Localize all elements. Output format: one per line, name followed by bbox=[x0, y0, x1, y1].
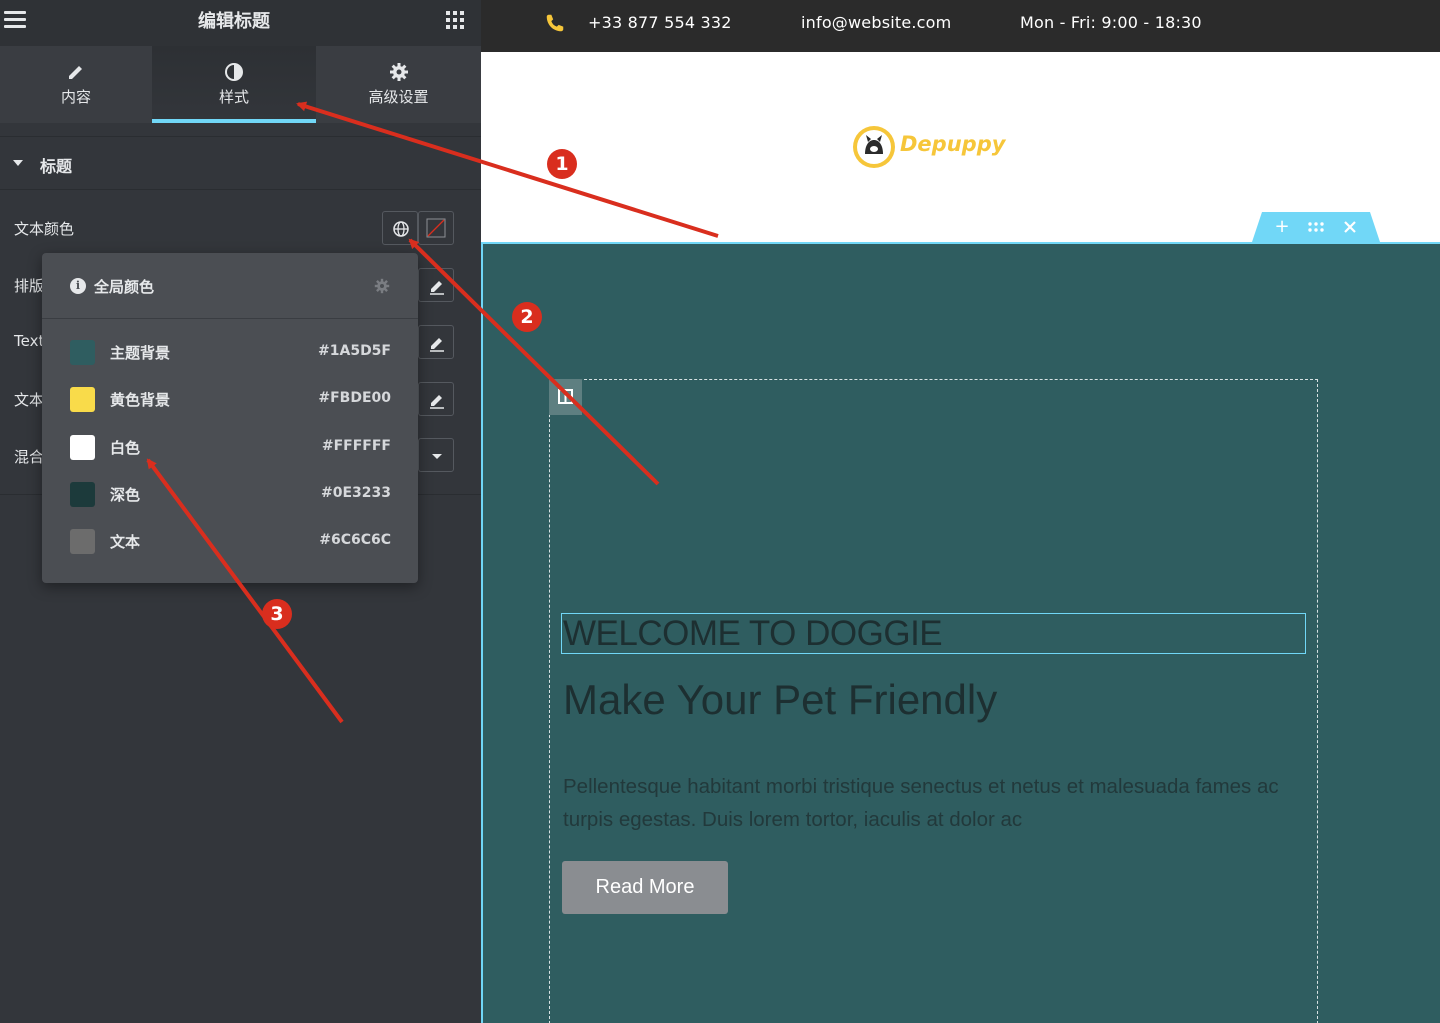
editor-panel: 编辑标题 内容 样式 高级设置 标题 文本颜色 排版 Text 文本 混合 i … bbox=[0, 0, 481, 1023]
section-toolbar: + bbox=[1252, 212, 1380, 242]
phone-icon bbox=[546, 14, 564, 32]
global-color-yellow-bg[interactable]: 黄色背景 #FBDE00 bbox=[42, 379, 418, 419]
annotation-badge-2: 2 bbox=[512, 302, 542, 332]
blend-mode-select[interactable] bbox=[418, 438, 454, 472]
caret-down-icon bbox=[13, 160, 23, 166]
color-picker-button[interactable] bbox=[418, 211, 454, 245]
close-icon[interactable] bbox=[1340, 217, 1360, 237]
global-colors-button[interactable] bbox=[382, 211, 418, 245]
text-stroke-edit-button[interactable] bbox=[418, 382, 454, 416]
color-name: 主题背景 bbox=[110, 344, 171, 362]
panel-tabs: 内容 样式 高级设置 bbox=[0, 46, 481, 123]
edit-pencil-icon bbox=[430, 281, 444, 295]
color-name: 白色 bbox=[110, 439, 141, 457]
topbar-hours: Mon - Fri: 9:00 - 18:30 bbox=[1020, 13, 1202, 32]
tab-label: 样式 bbox=[218, 88, 249, 106]
section-toggle-heading[interactable]: 标题 bbox=[0, 136, 481, 190]
panel-title: 编辑标题 bbox=[198, 11, 270, 32]
tab-style[interactable]: 样式 bbox=[152, 46, 316, 123]
popover-header: i 全局颜色 bbox=[42, 253, 418, 319]
edit-pencil-icon bbox=[430, 395, 444, 409]
site-topbar: +33 877 554 332 info@website.com Mon - F… bbox=[481, 0, 1440, 52]
hero-section: WELCOME TO DOGGIE Make Your Pet Friendly… bbox=[481, 242, 1440, 1023]
color-swatch bbox=[70, 529, 95, 554]
color-hex: #0E3233 bbox=[321, 485, 391, 501]
panel-header: 编辑标题 bbox=[0, 0, 481, 46]
color-swatch bbox=[70, 387, 95, 412]
global-color-text[interactable]: 文本 #6C6C6C bbox=[42, 521, 418, 561]
info-icon: i bbox=[70, 278, 86, 294]
text-color-label: 文本颜色 bbox=[14, 220, 75, 238]
gear-icon bbox=[389, 63, 408, 81]
color-hex: #FFFFFF bbox=[321, 438, 391, 454]
no-color-swatch-icon bbox=[426, 218, 446, 238]
pencil-icon bbox=[69, 66, 82, 79]
topbar-phone[interactable]: +33 877 554 332 bbox=[588, 13, 732, 32]
text-shadow-edit-button[interactable] bbox=[418, 325, 454, 359]
annotation-badge-1: 1 bbox=[547, 149, 577, 179]
topbar-email[interactable]: info@website.com bbox=[801, 13, 951, 32]
typography-edit-button[interactable] bbox=[418, 268, 454, 302]
logo-text: Depuppy bbox=[900, 132, 1006, 156]
typography-label: 排版 bbox=[14, 277, 45, 295]
text-stroke-label: 文本 bbox=[14, 391, 45, 409]
global-colors-popover: i 全局颜色 主题背景 #1A5D5F 黄色背景 #FBDE00 白色 #FFF… bbox=[42, 253, 418, 583]
column-handle[interactable] bbox=[549, 379, 582, 415]
annotation-badge-3: 3 bbox=[262, 599, 292, 629]
text-shadow-label: Text bbox=[14, 332, 45, 350]
tab-label: 高级设置 bbox=[368, 88, 429, 106]
hero-eyebrow-heading[interactable]: WELCOME TO DOGGIE bbox=[563, 614, 943, 654]
edit-pencil-icon bbox=[430, 338, 444, 352]
popover-title: 全局颜色 bbox=[94, 278, 155, 296]
read-more-button[interactable]: Read More bbox=[562, 861, 728, 914]
globe-icon bbox=[393, 221, 409, 237]
chevron-down-icon bbox=[432, 454, 442, 459]
color-swatch bbox=[70, 482, 95, 507]
color-name: 文本 bbox=[110, 533, 141, 551]
hero-title[interactable]: Make Your Pet Friendly bbox=[563, 676, 997, 724]
color-hex: #FBDE00 bbox=[318, 390, 391, 406]
settings-gear-icon[interactable] bbox=[374, 278, 390, 294]
tab-content[interactable]: 内容 bbox=[0, 46, 152, 123]
section-title: 标题 bbox=[40, 157, 73, 176]
color-hex: #6C6C6C bbox=[319, 532, 391, 548]
color-hex: #1A5D5F bbox=[318, 343, 391, 359]
global-color-primary-bg[interactable]: 主题背景 #1A5D5F bbox=[42, 332, 418, 372]
color-swatch bbox=[70, 340, 95, 365]
color-swatch bbox=[70, 435, 95, 460]
hero-paragraph[interactable]: Pellentesque habitant morbi tristique se… bbox=[563, 770, 1323, 836]
tab-advanced[interactable]: 高级设置 bbox=[316, 46, 481, 123]
blend-mode-label: 混合 bbox=[14, 448, 45, 466]
contrast-icon bbox=[225, 63, 243, 81]
color-name: 深色 bbox=[110, 486, 141, 504]
color-name: 黄色背景 bbox=[110, 391, 171, 409]
widgets-grid-icon[interactable] bbox=[446, 11, 464, 29]
column-layout-icon bbox=[558, 389, 573, 404]
global-color-dark[interactable]: 深色 #0E3233 bbox=[42, 474, 418, 514]
drag-handle-icon[interactable] bbox=[1306, 217, 1326, 237]
global-color-white[interactable]: 白色 #FFFFFF bbox=[42, 427, 418, 467]
add-section-icon[interactable]: + bbox=[1272, 217, 1292, 237]
tab-label: 内容 bbox=[60, 88, 91, 106]
